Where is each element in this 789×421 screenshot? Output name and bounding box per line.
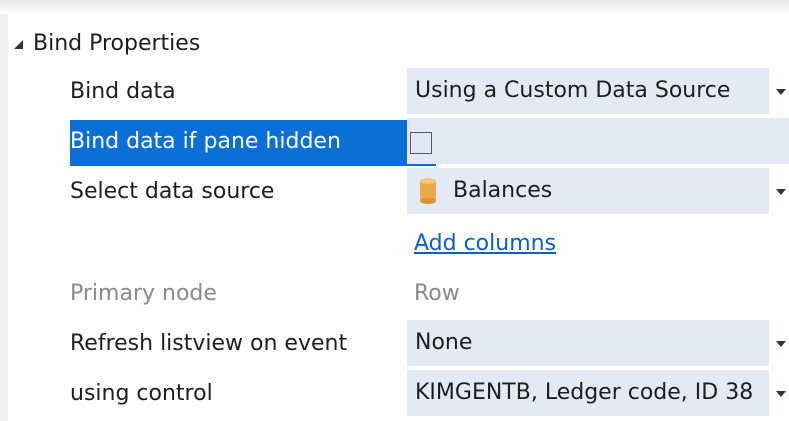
property-row-add-columns: Add columns [0,220,789,268]
primary-node-value-row: Row [0,270,789,318]
property-label: Bind data [70,79,176,104]
using-control-dropdown[interactable]: KIMGENTB, Ledger code, ID 38 [407,370,769,416]
primary-node-value: Row [414,281,460,306]
panel-top-border [0,0,789,14]
panel-left-gutter [0,14,8,421]
triangle-expanded-icon[interactable] [14,39,23,49]
add-columns-link[interactable]: Add columns [414,220,556,268]
chevron-down-icon[interactable] [776,89,786,95]
property-label: Refresh listview on event [70,331,348,356]
bind-if-hidden-value-cell [407,118,789,164]
bind-if-hidden-checkbox[interactable] [410,132,432,154]
dropdown-value: Using a Custom Data Source [415,78,731,103]
dropdown-value: Balances [453,178,553,203]
bind-properties-section-header[interactable]: Bind Properties [14,26,200,60]
dropdown-value: KIMGENTB, Ledger code, ID 38 [415,380,754,405]
chevron-down-icon[interactable] [776,391,786,397]
section-title: Bind Properties [33,30,201,56]
dropdown-value: None [415,330,473,355]
data-source-dropdown[interactable]: Balances [407,168,769,214]
property-label: Select data source [70,179,275,204]
database-icon [420,178,436,204]
property-label: using control [70,381,213,406]
chevron-down-icon[interactable] [776,341,786,347]
bind-data-dropdown[interactable]: Using a Custom Data Source [407,68,769,114]
property-label: Bind data if pane hidden [70,129,341,154]
chevron-down-icon[interactable] [776,189,786,195]
refresh-event-dropdown[interactable]: None [407,320,769,366]
property-grid-panel: Bind Properties Bind data Using a Custom… [0,0,789,421]
